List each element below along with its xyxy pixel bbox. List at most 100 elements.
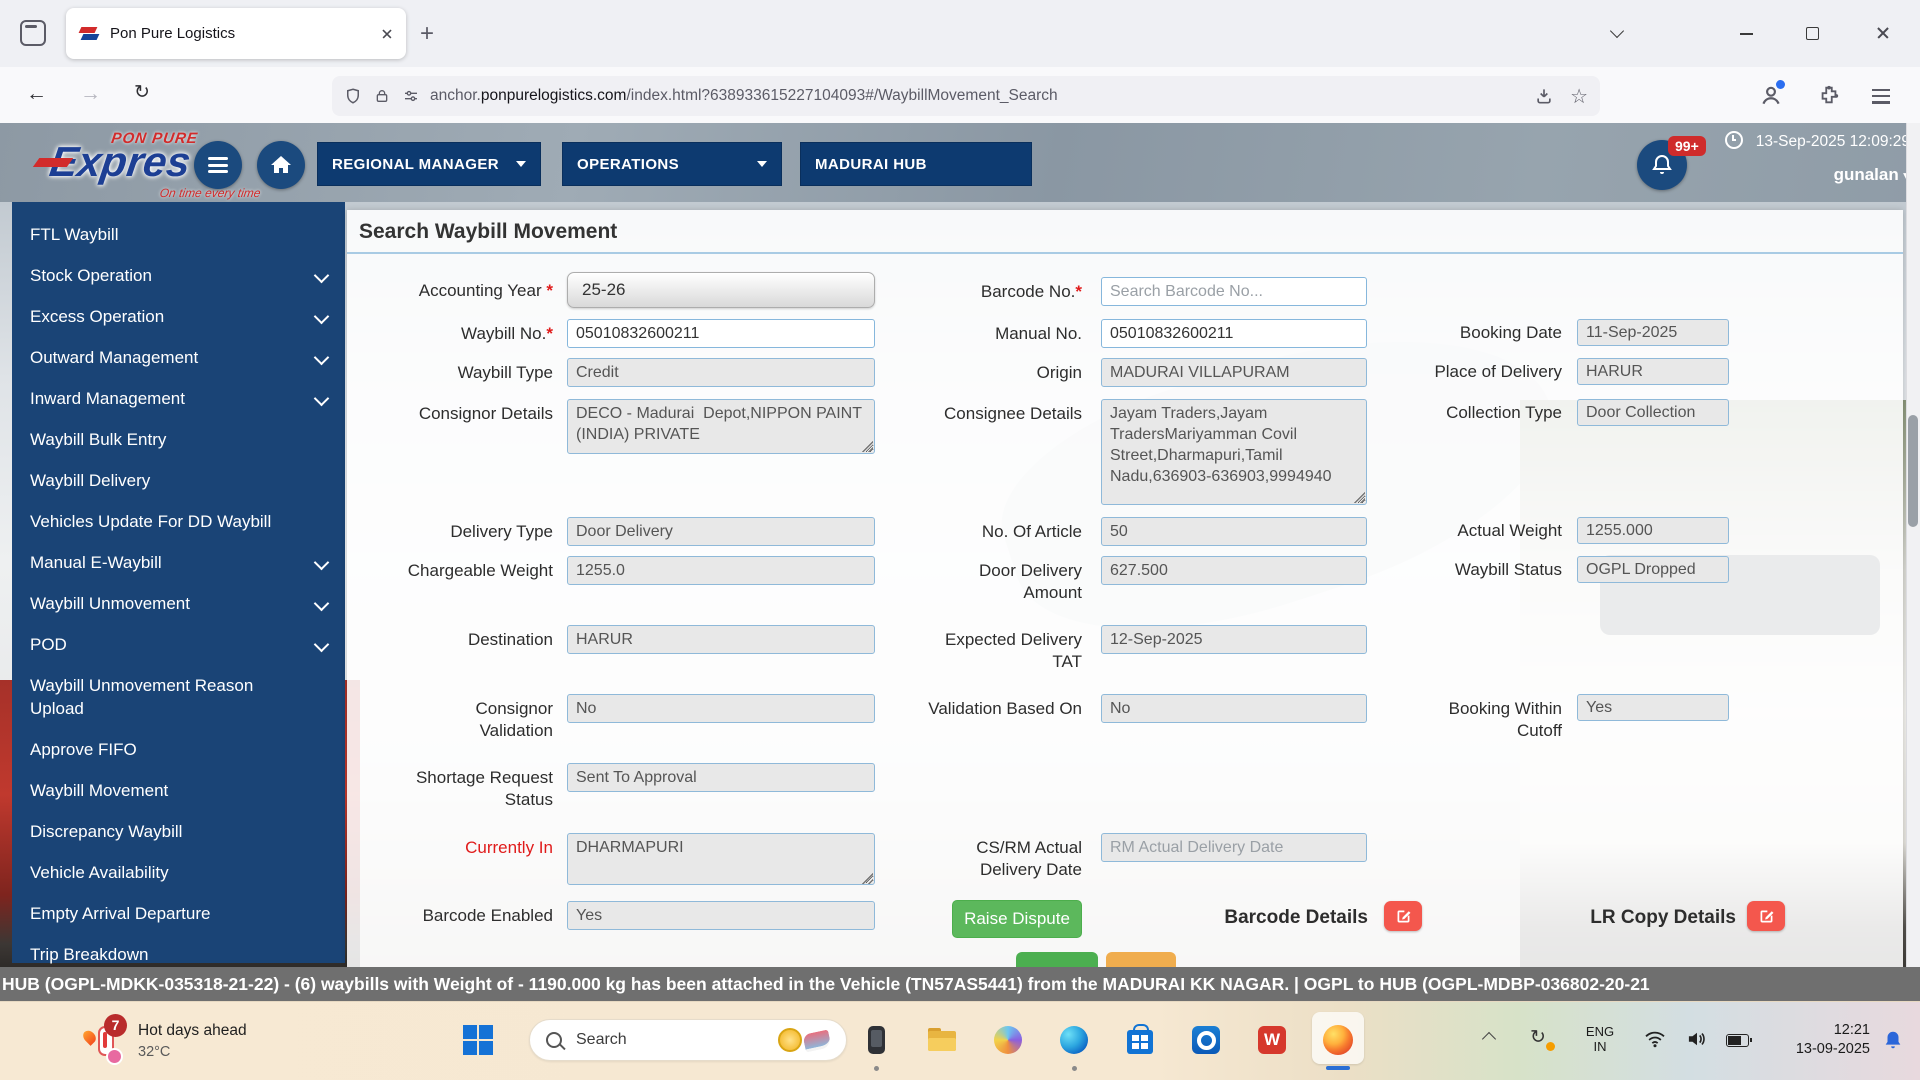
sidebar-item-ftl-waybill[interactable]: FTL Waybill <box>12 214 345 255</box>
taskbar-file-explorer-icon[interactable] <box>926 1024 958 1056</box>
notification-bell-icon[interactable] <box>1882 1028 1904 1057</box>
sidebar-item-waybill-unmovement[interactable]: Waybill Unmovement <box>12 583 345 624</box>
account-alert-dot <box>1776 80 1785 89</box>
waybill-no-label: Waybill No.* <box>393 323 553 345</box>
forward-button[interactable]: → <box>80 83 101 104</box>
search-highlights[interactable] <box>778 1028 830 1052</box>
menu-toggle-button[interactable] <box>194 141 242 189</box>
weather-widget[interactable]: 7 <box>84 1016 132 1064</box>
page-scrollbar-thumb[interactable] <box>1908 415 1918 527</box>
sidebar-item-empty-arrival-departure[interactable]: Empty Arrival Departure <box>12 893 345 934</box>
window-minimize-button[interactable] <box>1740 33 1753 35</box>
wifi-icon[interactable] <box>1644 1030 1666 1053</box>
url-text[interactable]: anchor.ponpurelogistics.com/index.html?6… <box>430 87 1534 105</box>
window-maximize-button[interactable] <box>1806 27 1819 40</box>
role-dropdown[interactable]: REGIONAL MANAGER <box>317 142 541 186</box>
sidebar-item-unmovement-reason-upload[interactable]: Waybill Unmovement Reason Upload <box>12 665 345 729</box>
firefox-view-icon[interactable] <box>20 20 46 46</box>
accounting-year-select[interactable]: 25-26 <box>567 272 875 308</box>
weather-temp: 32°C <box>138 1044 170 1060</box>
no-of-article-field <box>1101 517 1367 546</box>
tray-date: 13-09-2025 <box>1770 1040 1870 1059</box>
sidebar-item-waybill-movement[interactable]: Waybill Movement <box>12 770 345 811</box>
tab-close-icon[interactable] <box>381 28 392 39</box>
hamburger-icon <box>208 154 228 177</box>
volume-icon[interactable] <box>1686 1030 1708 1053</box>
extensions-puzzle-icon[interactable] <box>1818 84 1840 111</box>
chargeable-weight-field <box>567 556 875 585</box>
browser-menu-icon[interactable] <box>1872 85 1890 108</box>
shield-icon[interactable] <box>344 87 362 105</box>
actual-weight-field <box>1577 517 1729 544</box>
taskbar-w-app-icon[interactable]: W <box>1256 1024 1288 1056</box>
sidebar-item-waybill-delivery[interactable]: Waybill Delivery <box>12 460 345 501</box>
url-bar[interactable]: anchor.ponpurelogistics.com/index.html?6… <box>332 76 1600 116</box>
partial-button-green[interactable] <box>1016 952 1098 967</box>
sidebar-item-manual-e-waybill[interactable]: Manual E-Waybill <box>12 542 345 583</box>
account-icon[interactable] <box>1758 82 1784 113</box>
lock-icon[interactable] <box>374 88 390 104</box>
chargeable-weight-label: Chargeable Weight <box>353 560 553 582</box>
sidebar-item-vehicle-availability[interactable]: Vehicle Availability <box>12 852 345 893</box>
consignee-details-label: Consignee Details <box>912 403 1082 425</box>
tab-list-chevron-icon[interactable] <box>1612 26 1622 36</box>
new-tab-button[interactable]: + <box>420 22 434 46</box>
weather-title[interactable]: Hot days ahead <box>138 1022 247 1040</box>
waybill-status-label: Waybill Status <box>1392 559 1562 581</box>
reload-button[interactable]: ↻ <box>134 83 150 102</box>
place-of-delivery-field <box>1577 358 1729 385</box>
start-button[interactable] <box>462 1024 494 1056</box>
sidebar-item-inward-management[interactable]: Inward Management <box>12 378 345 419</box>
bookmark-star-icon[interactable]: ☆ <box>1570 84 1588 109</box>
taskbar <box>0 1001 1920 1080</box>
sidebar-item-outward-management[interactable]: Outward Management <box>12 337 345 378</box>
clock-icon <box>1725 131 1743 149</box>
waybill-type-field <box>567 358 875 387</box>
taskbar-outlook-icon[interactable] <box>1190 1024 1222 1056</box>
waybill-no-input[interactable] <box>567 319 875 348</box>
expected-delivery-tat-label: Expected Delivery TAT <box>922 629 1082 673</box>
taskbar-store-icon[interactable] <box>1124 1024 1156 1056</box>
door-delivery-amount-field <box>1101 556 1367 585</box>
taskbar-copilot-icon[interactable] <box>992 1024 1024 1056</box>
barcode-details-edit-button[interactable] <box>1384 901 1422 931</box>
raise-dispute-button[interactable]: Raise Dispute <box>952 900 1082 938</box>
sidebar-item-pod[interactable]: POD <box>12 624 345 665</box>
chevron-down-icon <box>314 637 330 653</box>
tray-sync-icon[interactable]: ↻ <box>1530 1026 1546 1049</box>
barcode-no-input[interactable] <box>1101 277 1367 306</box>
permissions-slider-icon[interactable] <box>402 88 420 104</box>
manual-no-input[interactable] <box>1101 319 1367 348</box>
taskbar-phone-link-icon[interactable] <box>860 1024 892 1056</box>
page-scrollbar-track[interactable] <box>1906 123 1920 1001</box>
taskbar-firefox-icon[interactable] <box>1322 1024 1354 1056</box>
battery-icon[interactable] <box>1726 1034 1749 1047</box>
user-menu[interactable]: gunalan ▾ <box>1570 165 1910 185</box>
tray-chevron-up-icon[interactable] <box>1484 1034 1494 1044</box>
chevron-down-icon <box>314 391 330 407</box>
partial-button-orange[interactable] <box>1106 952 1176 967</box>
taskbar-edge-icon[interactable] <box>1058 1024 1090 1056</box>
sidebar-item-stock-operation[interactable]: Stock Operation <box>12 255 345 296</box>
sidebar-item-waybill-bulk-entry[interactable]: Waybill Bulk Entry <box>12 419 345 460</box>
booking-within-cutoff-field <box>1577 694 1729 721</box>
lr-copy-details-edit-button[interactable] <box>1747 901 1785 931</box>
chevron-down-icon <box>314 555 330 571</box>
back-button[interactable]: ← <box>26 83 47 104</box>
sidebar-item-discrepancy-waybill[interactable]: Discrepancy Waybill <box>12 811 345 852</box>
department-dropdown[interactable]: OPERATIONS <box>562 142 782 186</box>
sidebar-item-vehicles-update-dd[interactable]: Vehicles Update For DD Waybill <box>12 501 345 542</box>
tray-language[interactable]: ENGIN <box>1580 1024 1620 1054</box>
taskbar-search-box[interactable]: Search <box>529 1019 847 1061</box>
caret-down-icon <box>757 161 767 167</box>
sidebar-item-excess-operation[interactable]: Excess Operation <box>12 296 345 337</box>
home-button[interactable] <box>257 141 305 189</box>
delivery-type-label: Delivery Type <box>393 521 553 543</box>
sidebar-item-approve-fifo[interactable]: Approve FIFO <box>12 729 345 770</box>
window-close-button[interactable] <box>1876 26 1890 40</box>
branch-button[interactable]: MADURAI HUB <box>800 142 1032 186</box>
download-icon[interactable] <box>1534 86 1554 106</box>
tray-clock[interactable]: 12:21 13-09-2025 <box>1770 1021 1870 1059</box>
consignor-details-label: Consignor Details <box>383 403 553 425</box>
browser-tab[interactable]: Pon Pure Logistics <box>66 8 406 59</box>
